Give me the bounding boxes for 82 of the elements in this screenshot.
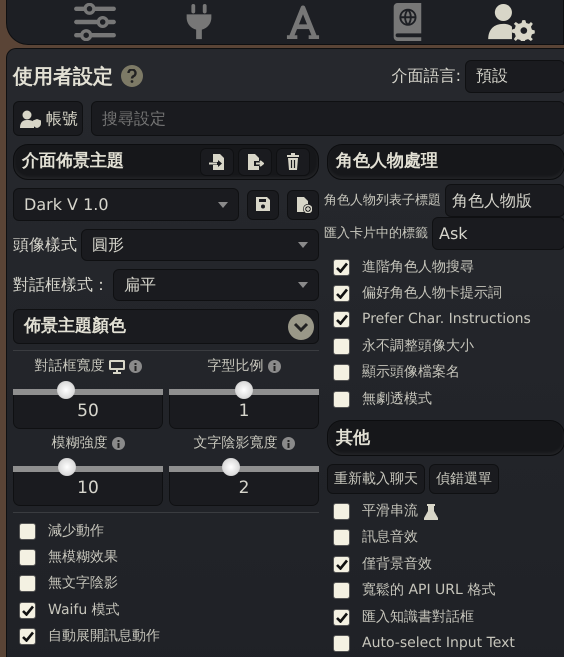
trash-icon[interactable]	[276, 148, 310, 176]
checkbox-label: 寬鬆的 API URL 格式	[362, 581, 496, 600]
field-label: 頭像樣式	[13, 234, 77, 256]
checkbox[interactable]	[333, 285, 350, 302]
slider-thumb[interactable]	[235, 381, 253, 399]
slider-value-field[interactable]: 2	[169, 472, 319, 506]
checkbox-label: 進階角色人物搜尋	[362, 258, 474, 277]
checkbox-label: 無模糊效果	[48, 548, 118, 568]
checkbox[interactable]	[333, 258, 350, 276]
checkbox[interactable]	[333, 390, 350, 408]
slider-label: 模糊強度	[52, 434, 108, 453]
select-field[interactable]: 角色人物版	[445, 184, 564, 217]
field-label: 角色人物列表子標題	[324, 192, 441, 210]
slider-thumb[interactable]	[222, 458, 240, 476]
account-button[interactable]: 帳號	[13, 101, 83, 136]
export-icon[interactable]	[238, 148, 272, 176]
checkbox[interactable]	[19, 602, 36, 619]
slider-label: 字型比例	[208, 357, 264, 376]
checkbox-label: 永不調整頭像大小	[362, 336, 474, 356]
checkbox[interactable]	[333, 338, 350, 355]
section-title: 其他	[336, 426, 370, 450]
user-shield-icon	[20, 110, 42, 128]
info-icon[interactable]	[282, 437, 294, 450]
avatar-style-select[interactable]: 圓形	[81, 229, 319, 261]
slider-value-field[interactable]: 1	[169, 395, 319, 429]
checkbox[interactable]	[333, 364, 350, 382]
action-button[interactable]: 重新載入聊天	[327, 464, 425, 494]
language-select[interactable]: 預設	[465, 60, 564, 92]
checkbox-label: 自動展開訊息動作	[48, 627, 160, 646]
checkbox[interactable]	[333, 556, 350, 573]
checkbox[interactable]	[333, 582, 350, 600]
checkbox-label: 無文字陰影	[48, 574, 118, 594]
new-file-icon[interactable]	[287, 190, 319, 220]
checkbox[interactable]	[333, 503, 350, 520]
caret-icon	[218, 202, 228, 208]
action-button[interactable]: 偵錯選單	[429, 464, 499, 494]
section-title: 角色人物處理	[336, 150, 438, 174]
checkbox-label: 平滑串流	[362, 502, 418, 522]
checkbox-label: Auto-select Input Text	[362, 634, 515, 653]
checkbox-label: Waifu 模式	[48, 600, 120, 620]
checkbox-label: 減少動作	[48, 522, 104, 541]
info-icon[interactable]	[268, 360, 280, 373]
monitor-icon	[108, 360, 124, 374]
theme-colors-drawer[interactable]: 佈景主題顏色	[13, 309, 319, 344]
checkbox-label: 匯入知識書對話框	[362, 608, 474, 627]
slider-thumb[interactable]	[58, 458, 76, 476]
caret-icon	[298, 282, 308, 288]
checkbox-label: 僅背景音效	[362, 554, 432, 574]
checkbox[interactable]	[333, 311, 350, 328]
info-icon[interactable]	[128, 360, 142, 373]
slider-thumb[interactable]	[56, 381, 74, 399]
import-icon[interactable]	[200, 148, 234, 176]
checkbox-label: 訊息音效	[362, 528, 418, 548]
slider-label: 文字陰影寬度	[194, 434, 278, 453]
slider-label: 對話框寬度	[34, 357, 104, 376]
info-icon[interactable]	[112, 437, 124, 450]
chat-style-select[interactable]: 扁平	[113, 269, 319, 301]
checkbox[interactable]	[333, 529, 350, 546]
flask-icon	[424, 504, 438, 520]
theme-select[interactable]: Dark V 1.0	[13, 188, 240, 221]
checkbox-label: 無劇透模式	[362, 390, 432, 409]
checkbox[interactable]	[333, 634, 350, 652]
checkbox[interactable]	[19, 628, 36, 646]
checkbox-label: 顯示頭像檔案名	[362, 363, 460, 382]
panel-title: 使用者設定	[13, 63, 113, 90]
select-field[interactable]: Ask	[432, 217, 564, 250]
checkbox[interactable]	[19, 522, 36, 540]
checkbox[interactable]	[333, 608, 350, 626]
checkbox[interactable]	[19, 549, 36, 566]
language-label: 介面語言:	[392, 65, 461, 87]
field-label: 對話框樣式：	[13, 274, 109, 296]
search-field[interactable]: 搜尋設定	[91, 101, 564, 136]
checkbox[interactable]	[19, 575, 36, 592]
section-title: 介面佈景主題	[22, 150, 124, 174]
help-icon[interactable]	[121, 65, 143, 87]
slider-value-field[interactable]: 10	[13, 472, 163, 506]
checkbox-label: Prefer Char. Instructions	[362, 310, 531, 330]
slider-value-field[interactable]: 50	[13, 395, 163, 429]
field-label: 匯入卡片中的標籤	[324, 224, 428, 243]
save-icon[interactable]	[247, 190, 280, 220]
checkbox-label: 偏好角色人物卡提示詞	[362, 284, 502, 304]
caret-icon	[298, 242, 308, 248]
